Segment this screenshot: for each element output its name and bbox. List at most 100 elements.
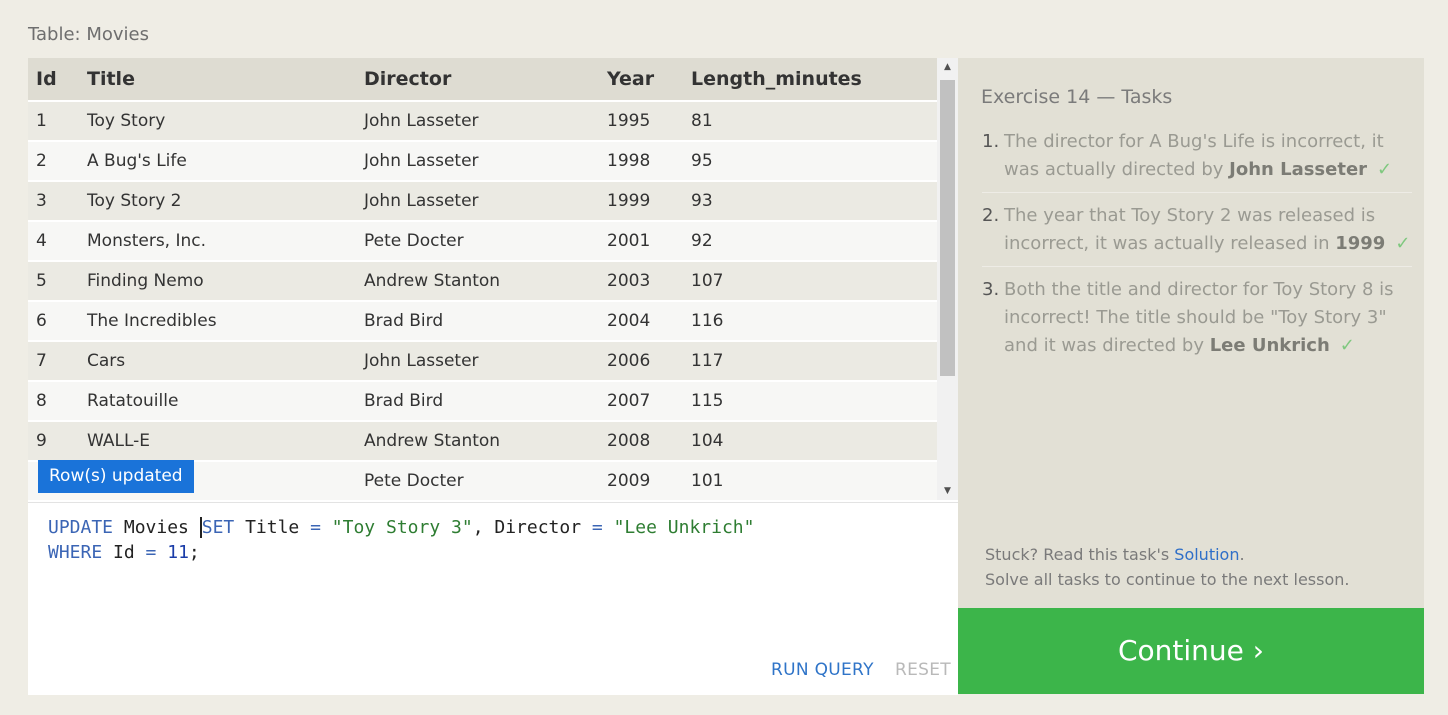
cell-length: 115 <box>683 380 937 421</box>
cell-title: Cars <box>79 340 356 381</box>
task-text: The year that Toy Story 2 was released i… <box>1004 202 1412 258</box>
task-list: 1. The director for A Bug's Life is inco… <box>982 128 1412 377</box>
cell-title: Ratatouille <box>79 380 356 421</box>
help-text: Stuck? Read this task's Solution. Solve … <box>985 542 1349 592</box>
cell-director: Brad Bird <box>356 300 599 341</box>
cell-id: 9 <box>28 420 79 461</box>
column-header-year: Year <box>599 58 683 101</box>
cell-length: 117 <box>683 340 937 381</box>
checkmark-icon: ✓ <box>1395 233 1411 254</box>
cell-director: Pete Docter <box>356 460 599 500</box>
cell-length: 104 <box>683 420 937 461</box>
exercise-title: Exercise 14 — Tasks <box>981 86 1173 108</box>
task-answer: 1999 <box>1335 233 1386 254</box>
table-row: 6 The Incredibles Brad Bird 2004 116 <box>28 300 937 341</box>
table-row: 8 Ratatouille Brad Bird 2007 115 <box>28 380 937 421</box>
cell-length: 92 <box>683 220 937 261</box>
task-text: The director for A Bug's Life is incorre… <box>1004 128 1412 184</box>
help-suffix: . <box>1239 545 1245 564</box>
code-text: Id <box>102 542 146 563</box>
cell-director: Andrew Stanton <box>356 260 599 301</box>
cell-title: WALL-E <box>79 420 356 461</box>
task-description: Both the title and director for Toy Stor… <box>1004 279 1394 356</box>
cell-id: 3 <box>28 180 79 221</box>
task-answer: John Lasseter <box>1229 159 1368 180</box>
cell-year: 1999 <box>599 180 683 221</box>
solution-link[interactable]: Solution <box>1174 545 1239 564</box>
cell-director: John Lasseter <box>356 140 599 181</box>
cell-director: Brad Bird <box>356 380 599 421</box>
table-row: 9 WALL-E Andrew Stanton 2008 104 <box>28 420 937 461</box>
table-scrollbar[interactable]: ▲ ▼ <box>937 58 958 500</box>
cell-year: 2004 <box>599 300 683 341</box>
operator: = <box>591 517 603 538</box>
reset-button[interactable]: RESET <box>895 660 951 680</box>
cell-title: The Incredibles <box>79 300 356 341</box>
table-row: 7 Cars John Lasseter 2006 117 <box>28 340 937 381</box>
scroll-up-arrow-icon[interactable]: ▲ <box>937 58 958 76</box>
continue-button[interactable]: Continue › <box>958 608 1424 694</box>
results-table: Id Title Director Year Length_minutes 1T… <box>28 58 937 500</box>
task-answer: Lee Unkrich <box>1209 335 1330 356</box>
checkmark-icon: ✓ <box>1377 159 1393 180</box>
cell-director: John Lasseter <box>356 100 599 141</box>
scroll-down-arrow-icon[interactable]: ▼ <box>937 482 958 500</box>
cell-year: 2007 <box>599 380 683 421</box>
results-table-container[interactable]: Id Title Director Year Length_minutes 1T… <box>28 58 958 500</box>
run-query-button[interactable]: RUN QUERY <box>771 660 874 680</box>
task-item: 1. The director for A Bug's Life is inco… <box>982 128 1412 193</box>
string-literal: "Toy Story 3" <box>331 517 473 538</box>
table-row: 4 Monsters, Inc. Pete Docter 2001 92 <box>28 220 937 261</box>
scroll-thumb[interactable] <box>940 80 955 376</box>
cell-year: 2008 <box>599 420 683 461</box>
cell-year: 2006 <box>599 340 683 381</box>
cell-title: Finding Nemo <box>79 260 356 301</box>
cell-director: Pete Docter <box>356 220 599 261</box>
operator: = <box>145 542 157 563</box>
cell-year: 1998 <box>599 140 683 181</box>
column-header-id: Id <box>28 58 79 101</box>
cell-length: 101 <box>683 460 937 500</box>
cell-id: 6 <box>28 300 79 341</box>
code-text: Movies <box>113 517 200 538</box>
table-row: 3 Toy Story 2 John Lasseter 1999 93 <box>28 180 937 221</box>
keyword: SET <box>199 517 235 538</box>
column-header-length: Length_minutes <box>683 58 937 101</box>
query-panel: Id Title Director Year Length_minutes 1T… <box>28 58 958 695</box>
cell-id: 7 <box>28 340 79 381</box>
task-number: 1. <box>982 131 1000 152</box>
cell-title: A Bug's Life <box>79 140 356 181</box>
task-description: The year that Toy Story 2 was released i… <box>1004 205 1376 254</box>
cell-year: 2009 <box>599 460 683 500</box>
task-text: Both the title and director for Toy Stor… <box>1004 276 1412 360</box>
table-header-row: Id Title Director Year Length_minutes <box>28 58 937 101</box>
cell-director: John Lasseter <box>356 180 599 221</box>
help-line-2: Solve all tasks to continue to the next … <box>985 570 1350 589</box>
keyword: WHERE <box>48 542 103 563</box>
cell-year: 1995 <box>599 100 683 141</box>
cell-id: 1 <box>28 100 79 141</box>
task-item: 3. Both the title and director for Toy S… <box>982 276 1412 368</box>
cell-id: 2 <box>28 140 79 181</box>
column-header-title: Title <box>79 58 356 101</box>
code-line-1: UPDATE Movies SET Title = "Toy Story 3",… <box>48 517 754 538</box>
cell-length: 93 <box>683 180 937 221</box>
operator: = <box>310 517 321 538</box>
column-header-director: Director <box>356 58 599 101</box>
rows-updated-toast: Row(s) updated <box>38 460 194 493</box>
code-text: ; <box>188 542 200 563</box>
task-item: 2. The year that Toy Story 2 was release… <box>982 202 1412 267</box>
string-literal: "Lee Unkrich" <box>613 517 755 538</box>
cell-id: 4 <box>28 220 79 261</box>
code-text: , Director <box>472 517 592 538</box>
sql-code[interactable]: UPDATE Movies SET Title = "Toy Story 3",… <box>48 515 754 565</box>
cell-title: Toy Story <box>79 100 356 141</box>
cell-title: Monsters, Inc. <box>79 220 356 261</box>
cell-length: 116 <box>683 300 937 341</box>
cell-length: 95 <box>683 140 937 181</box>
checkmark-icon: ✓ <box>1339 335 1355 356</box>
table-row: 2A Bug's Life John Lasseter 1998 95 <box>28 140 937 181</box>
